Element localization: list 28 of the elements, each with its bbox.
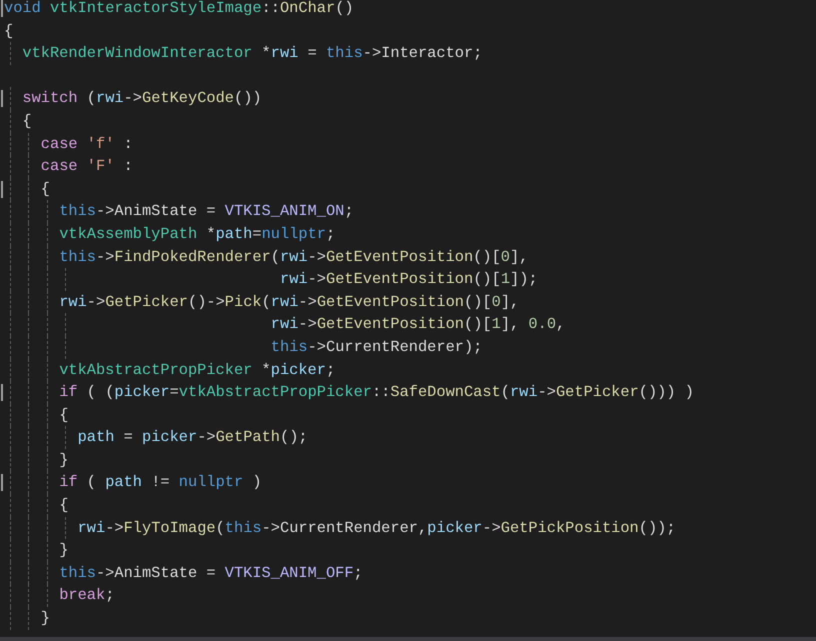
code-line: this->AnimState = VTKIS_ANIM_OFF; [59,562,363,584]
code-line: vtkRenderWindowInteractor *rwi = this->Interactor; [22,43,482,64]
code-line: } [59,540,68,562]
scrollbar[interactable] [0,637,816,641]
code-line: { [40,178,50,200]
code-line: if ( path != nullptr ) [59,472,262,494]
code-line: this->CurrentRenderer); [270,336,482,358]
code-line: { [59,404,68,426]
code-line: vtkAssemblyPath *path=nullptr; [59,224,336,245]
code-line: { [22,110,32,132]
code-line: vtkAbstractPropPicker *picker; [59,360,336,380]
code-line: } [59,450,68,471]
code-line: rwi->GetPicker()->Pick(rwi->GetEventPosition()[0], [59,292,520,313]
code-line: path = picker->GetPath(); [78,427,308,448]
code-line: case 'F' : [40,156,133,178]
code-line: { [59,495,68,516]
code-line: { [4,20,14,42]
code-line: } [40,608,50,630]
code-line: void vtkInteractorStyleImage::OnChar() [4,0,354,19]
code-line: if ( (picker=vtkAbstractPropPicker::SafeDownCast(rwi->GetPicker())) ) [59,382,694,404]
code-line: rwi->GetEventPosition()[1], 0.0, [270,314,566,336]
code-line: switch (rwi->GetKeyCode()) [22,88,262,110]
code-line: case 'f' : [40,134,133,155]
code-line: this->AnimState = VTKIS_ANIM_ON; [59,201,354,222]
code-line: rwi->GetEventPosition()[1]); [280,269,538,290]
code-line: this->FindPokedRenderer(rwi->GetEventPosition()[0], [59,246,528,268]
code-line: break; [59,585,114,606]
code-line: rwi->FlyToImage(this->CurrentRenderer,picker->GetPickPosition()); [78,518,676,539]
